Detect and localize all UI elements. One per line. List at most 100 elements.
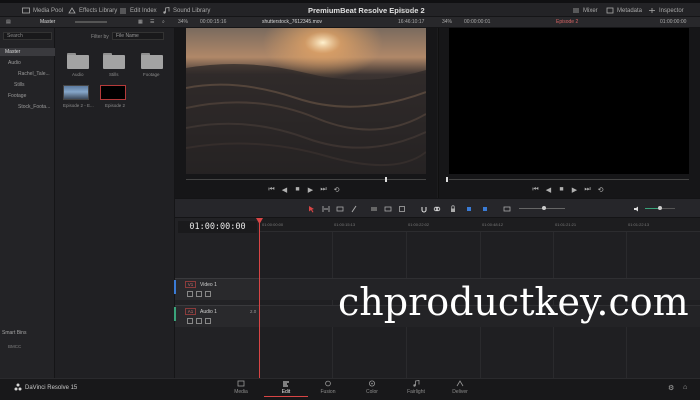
bin-footage[interactable]: Footage	[8, 93, 26, 99]
effects-library-button[interactable]: Effects Library	[68, 6, 117, 15]
stop-icon[interactable]: ■	[294, 186, 301, 193]
bin-name: Master	[40, 19, 56, 25]
overwrite-clip-icon[interactable]	[384, 205, 392, 213]
play-icon[interactable]: ▶	[307, 186, 314, 194]
trim-tool-icon[interactable]	[322, 205, 330, 213]
mute-icon[interactable]	[205, 318, 211, 324]
program-timeline-name[interactable]: Episode 2	[556, 19, 578, 25]
source-scrub-handle[interactable]	[385, 177, 387, 182]
folder-footage-icon[interactable]	[141, 53, 163, 69]
jump-start-icon[interactable]: ⏮	[268, 186, 275, 193]
bin-stills[interactable]: Stills	[14, 82, 25, 88]
reverse-play-icon[interactable]: ◀	[281, 186, 288, 194]
page-tab-label: Media	[234, 389, 248, 395]
filter-select[interactable]: File Name	[112, 32, 164, 40]
search-icon[interactable]: ⌕	[162, 19, 165, 25]
loop-icon[interactable]: ⟲	[597, 186, 604, 194]
effects-library-icon	[68, 7, 76, 14]
sound-library-button[interactable]: Sound Library	[162, 6, 210, 15]
page-tab-fairlight[interactable]: Fairlight	[401, 380, 431, 395]
insert-clip-icon[interactable]	[370, 205, 378, 213]
ruler-label: 01:01:21:21	[555, 222, 577, 227]
play-icon[interactable]: ▶	[571, 186, 578, 194]
timeline-zoom-handle[interactable]	[542, 206, 546, 210]
blade-tool-icon[interactable]	[350, 205, 358, 213]
ruler-label: 01:00:22:02	[408, 222, 430, 227]
mixer-button[interactable]: Mixer	[572, 6, 598, 15]
track-name: Audio 1	[200, 309, 217, 315]
folder-audio-icon[interactable]	[67, 53, 89, 69]
audio-track-header[interactable]: A1 Audio 1 2.0	[175, 305, 260, 327]
page-tab-fusion[interactable]: Fusion	[313, 380, 343, 395]
video-track-header[interactable]: V1 Video 1	[175, 278, 260, 300]
media-pool-button[interactable]: Media Pool	[22, 6, 63, 15]
program-viewer-image[interactable]	[449, 28, 689, 174]
page-tab-color[interactable]: Color	[357, 380, 387, 395]
source-viewer-image[interactable]	[186, 28, 426, 174]
program-scrub-bar[interactable]	[449, 179, 689, 180]
program-zoom[interactable]: 34%	[442, 19, 452, 25]
position-lock-icon[interactable]	[449, 205, 457, 213]
volume-icon[interactable]	[633, 205, 641, 213]
bin-list-icon[interactable]: ▤	[6, 19, 11, 25]
clip-thumbnail-timeline[interactable]	[63, 85, 89, 100]
page-tab-edit[interactable]: Edit	[271, 380, 301, 395]
jump-end-icon[interactable]: ⏭	[320, 186, 327, 193]
bin-master[interactable]: Master	[0, 48, 55, 56]
source-timecode-duration: 00:00:15:16	[200, 19, 227, 25]
home-icon[interactable]: ⌂	[683, 384, 687, 391]
deliver-page-icon	[456, 380, 464, 387]
list-view-icon[interactable]: ☰	[150, 19, 154, 25]
grid-view-icon[interactable]: ▦	[138, 19, 143, 25]
bin-stock-footage[interactable]: Stock_Foota...	[18, 104, 50, 110]
auto-select-icon[interactable]	[196, 291, 202, 297]
lock-icon[interactable]	[187, 318, 193, 324]
video-toggle-icon[interactable]	[205, 291, 211, 297]
bin-rachel-tale[interactable]: Rachel_Tale...	[18, 71, 50, 77]
selection-tool-icon[interactable]	[308, 205, 316, 213]
snapping-icon[interactable]	[420, 205, 428, 213]
smart-bins-header: Smart Bins	[2, 330, 27, 336]
davinci-logo-icon	[14, 383, 22, 391]
dynamic-trim-icon[interactable]	[336, 205, 344, 213]
marker-icon[interactable]	[481, 205, 489, 213]
title-bar: Media Pool Effects Library Edit Index So…	[0, 3, 700, 17]
track-id: V1	[185, 281, 196, 288]
fusion-page-icon	[325, 380, 331, 387]
stop-icon[interactable]: ■	[558, 186, 565, 193]
thumbnail-size-slider[interactable]	[75, 21, 107, 23]
smart-bin-bmcc[interactable]: BMCC	[8, 344, 21, 349]
settings-gear-icon[interactable]: ⚙	[668, 384, 674, 392]
audio-track-color-bar	[174, 307, 176, 321]
linked-selection-icon[interactable]	[433, 205, 441, 213]
folder-stills-icon[interactable]	[103, 53, 125, 69]
source-scrub-bar[interactable]	[186, 179, 426, 180]
loop-icon[interactable]: ⟲	[333, 186, 340, 194]
source-clip-name[interactable]: shutterstock_7612345.mov	[262, 19, 322, 25]
effects-library-label: Effects Library	[79, 7, 118, 14]
timeline-ruler[interactable]: 01:00:00:00 01:00:15:13 01:00:22:02 01:0…	[260, 218, 700, 232]
jump-end-icon[interactable]: ⏭	[584, 186, 591, 193]
page-tab-media[interactable]: Media	[226, 380, 256, 395]
page-tab-deliver[interactable]: Deliver	[445, 380, 475, 395]
edit-index-button[interactable]: Edit Index	[119, 6, 157, 15]
jump-start-icon[interactable]: ⏮	[532, 186, 539, 193]
solo-icon[interactable]	[196, 318, 202, 324]
zoom-full-icon[interactable]	[503, 205, 511, 213]
volume-handle[interactable]	[658, 206, 662, 210]
metadata-button[interactable]: Metadata	[606, 6, 642, 15]
bin-audio[interactable]: Audio	[8, 60, 21, 66]
replace-clip-icon[interactable]	[398, 205, 406, 213]
edit-toolbar	[175, 198, 700, 218]
program-scrub-handle[interactable]	[446, 177, 448, 182]
clip-thumbnail-episode[interactable]	[100, 85, 126, 100]
timeline-timecode[interactable]: 01:00:00:00	[178, 221, 257, 233]
inspector-button[interactable]: Inspector	[648, 6, 684, 15]
source-zoom[interactable]: 34%	[178, 19, 188, 25]
flag-icon[interactable]	[465, 205, 473, 213]
lock-icon[interactable]	[187, 291, 193, 297]
reverse-play-icon[interactable]: ◀	[545, 186, 552, 194]
page-tab-label: Fusion	[320, 389, 336, 395]
playhead[interactable]	[259, 218, 260, 378]
search-input[interactable]: Search	[3, 32, 52, 40]
